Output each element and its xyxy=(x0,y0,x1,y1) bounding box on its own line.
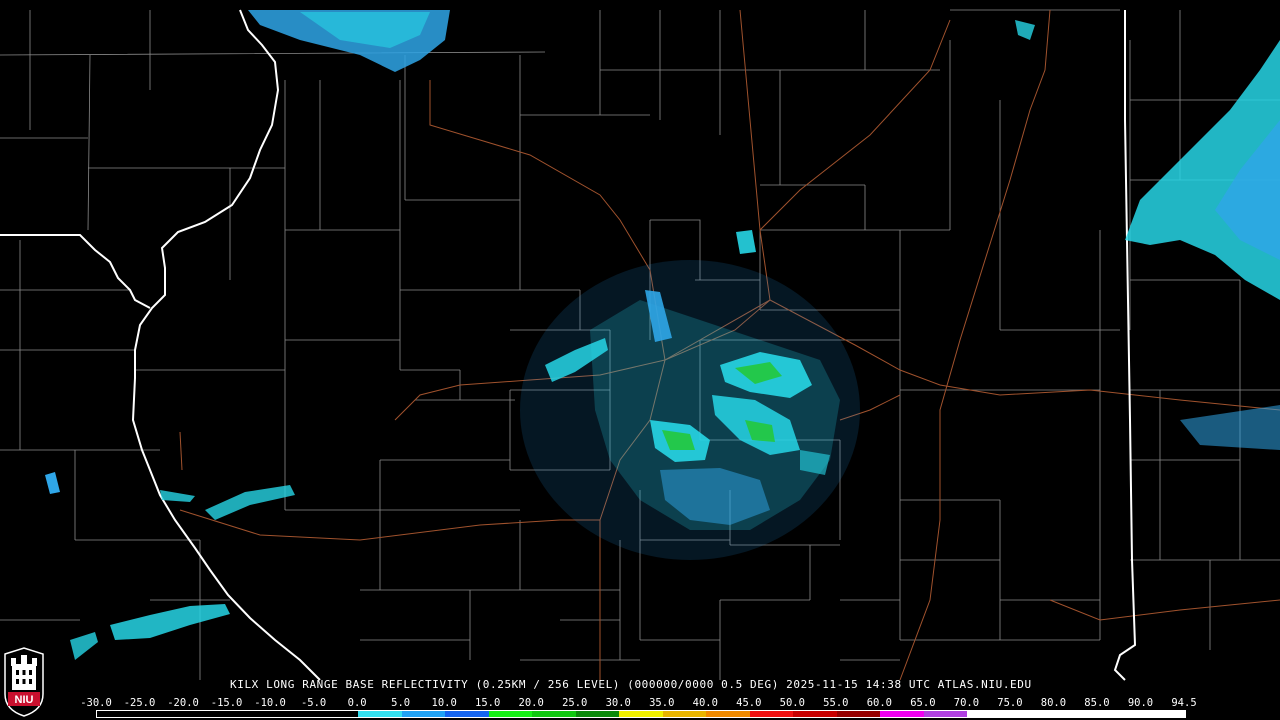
scale-segment xyxy=(923,711,968,717)
scale-segment xyxy=(1141,711,1185,717)
scale-label: 25.0 xyxy=(562,697,588,709)
scale-label: 60.0 xyxy=(866,697,893,709)
scale-label: 0.0 xyxy=(347,697,367,709)
scale-segment xyxy=(967,711,1011,717)
scale-label: 45.0 xyxy=(736,697,762,709)
scale-label: -30.0 xyxy=(80,697,112,709)
scale-label: 85.0 xyxy=(1084,697,1110,709)
scale-segment xyxy=(140,711,185,717)
niu-logo: NIU xyxy=(4,647,44,717)
scale-label: -10.0 xyxy=(254,697,286,709)
scale-label: -20.0 xyxy=(167,697,199,709)
scale-segment xyxy=(1097,711,1142,717)
scale-label: 40.0 xyxy=(692,697,718,709)
scale-label: 90.0 xyxy=(1127,697,1154,709)
scale-segment xyxy=(662,711,707,717)
scale-label: 80.0 xyxy=(1040,697,1067,709)
radar-map xyxy=(0,0,1280,720)
scale-label: 5.0 xyxy=(391,697,411,709)
scale-segment xyxy=(401,711,446,717)
scale-segment xyxy=(97,711,141,717)
scale-segment xyxy=(880,711,924,717)
scale-segment xyxy=(1010,711,1055,717)
color-scale-labels: -30.0 -25.0 -20.0 -15.0 -10.0 -5.0 0.0 5.0 10.0 1… xyxy=(80,697,1197,709)
scale-segment xyxy=(445,711,489,717)
scale-segment xyxy=(1054,711,1098,717)
scale-label: 30.0 xyxy=(605,697,631,709)
scale-label: 65.0 xyxy=(910,697,936,709)
scale-segment xyxy=(532,711,576,717)
color-scale-bar xyxy=(96,710,1186,718)
scale-segment xyxy=(271,711,315,717)
scale-label: -25.0 xyxy=(123,697,156,709)
scale-segment xyxy=(575,711,620,717)
scale-label: -5.0 xyxy=(300,697,327,709)
product-title: KILX LONG RANGE BASE REFLECTIVITY (0.25K… xyxy=(230,678,1032,691)
scale-label: 75.0 xyxy=(997,697,1023,709)
scale-label: -15.0 xyxy=(210,697,243,709)
scale-segment xyxy=(749,711,794,717)
scale-label: 50.0 xyxy=(779,697,805,709)
scale-label: 55.0 xyxy=(823,697,849,709)
scale-segment xyxy=(836,711,881,717)
scale-segment xyxy=(488,711,533,717)
scale-label: 15.0 xyxy=(475,697,501,709)
scale-segment xyxy=(358,711,402,717)
scale-label: 94.5 xyxy=(1171,697,1197,709)
logo-text: NIU xyxy=(15,694,34,706)
scale-label: 20.0 xyxy=(518,697,544,709)
scale-segment xyxy=(314,711,359,717)
scale-segment xyxy=(706,711,750,717)
scale-segment xyxy=(793,711,837,717)
scale-label: 10.0 xyxy=(431,697,457,709)
scale-segment xyxy=(184,711,228,717)
scale-label: 70.0 xyxy=(953,697,980,709)
scale-segment xyxy=(619,711,663,717)
scale-label: 35.0 xyxy=(649,697,675,709)
scale-segment xyxy=(227,711,272,717)
